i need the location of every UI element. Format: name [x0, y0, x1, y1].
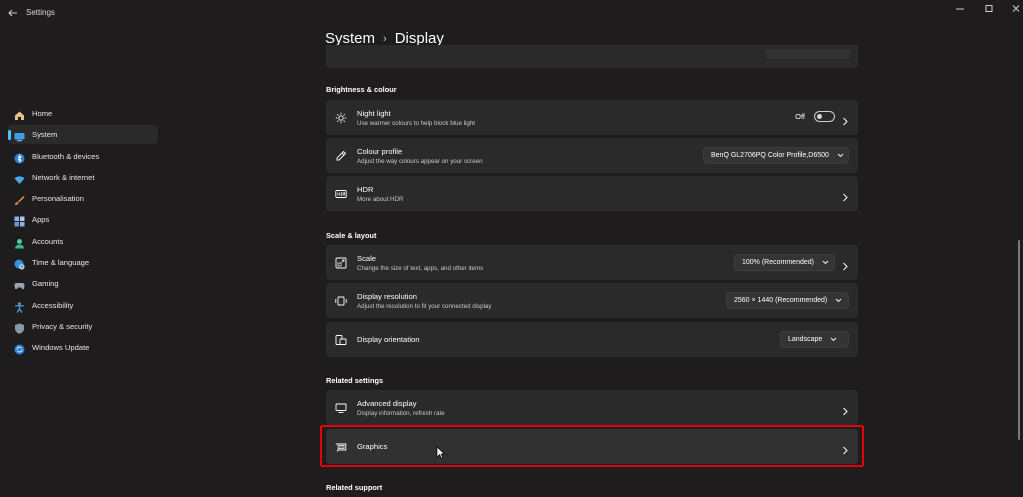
- display-resolution-subtitle: Adjust the resolution to fit your connec…: [357, 302, 492, 310]
- chevron-right-icon: [841, 113, 849, 126]
- sidebar-item-label: System: [32, 130, 58, 140]
- display-orientation-card: Display orientation Landscape: [326, 322, 858, 357]
- colour-profile-subtitle: Adjust the way colours appear on your sc…: [357, 157, 483, 165]
- display-resolution-title: Display resolution: [357, 291, 417, 301]
- chevron-down-icon: [837, 153, 844, 158]
- night-light-toggle[interactable]: [814, 111, 835, 122]
- orientation-icon: [335, 333, 347, 345]
- sidebar-item-label: Time & language: [32, 258, 90, 268]
- scale-card[interactable]: Scale Change the size of text, apps, and…: [326, 245, 858, 280]
- sidebar-item-accessibility[interactable]: Accessibility: [8, 296, 158, 315]
- sidebar-item-bluetooth[interactable]: Bluetooth & devices: [8, 147, 158, 166]
- hdr-icon: [335, 187, 347, 199]
- advanced-display-title: Advanced display: [357, 398, 417, 408]
- advanced-display-card[interactable]: Advanced display Display information, re…: [326, 390, 858, 425]
- gamepad-icon: [14, 278, 25, 290]
- advanced-display-subtitle: Display information, refresh rate: [357, 409, 445, 417]
- hdr-title: HDR: [357, 184, 374, 194]
- sidebar-item-privacy-security[interactable]: Privacy & security: [8, 317, 158, 336]
- update-icon: [14, 342, 25, 355]
- chevron-down-icon: [830, 337, 837, 342]
- eyedropper-icon: [335, 149, 347, 161]
- back-arrow-icon[interactable]: [6, 6, 20, 20]
- accessibility-icon: [14, 300, 25, 313]
- display-orientation-value: Landscape: [788, 336, 823, 343]
- scale-icon: [335, 256, 347, 269]
- sidebar-item-label: Accessibility: [32, 300, 74, 310]
- app-title: Settings: [26, 8, 55, 17]
- apps-icon: [14, 214, 25, 227]
- sidebar-item-gaming[interactable]: Gaming: [8, 274, 158, 293]
- colour-profile-value: BenQ GL2706PQ Color Profile,D6500: [711, 152, 829, 159]
- accounts-icon: [14, 236, 25, 249]
- scale-subtitle: Change the size of text, apps, and other…: [357, 264, 484, 272]
- home-icon: [14, 108, 25, 120]
- hdr-card[interactable]: HDR More about HDR: [326, 176, 858, 211]
- chevron-down-icon: [822, 260, 829, 265]
- night-light-toggle-group: Off: [795, 111, 835, 122]
- chevron-right-icon: [841, 403, 849, 416]
- breadcrumb-separator: ›: [383, 32, 387, 45]
- sidebar-item-system[interactable]: System: [8, 125, 158, 145]
- sidebar-item-label: Personalisation: [32, 194, 84, 204]
- scale-value: 100% (Recommended): [742, 259, 814, 266]
- mouse-cursor-icon: [436, 446, 446, 459]
- scale-title: Scale: [357, 253, 376, 263]
- hdr-subtitle: More about HDR: [357, 195, 404, 203]
- chevron-right-icon: [841, 258, 849, 271]
- section-heading-related-support: Related support: [326, 483, 383, 492]
- close-icon[interactable]: [1009, 4, 1023, 14]
- sidebar-item-time-language[interactable]: Time & language: [8, 253, 158, 272]
- title-bar: Settings: [0, 0, 1023, 26]
- minimize-icon[interactable]: [953, 4, 967, 14]
- shield-icon: [14, 321, 25, 334]
- display-resolution-dropdown[interactable]: 2560 × 1440 (Recommended): [726, 292, 849, 309]
- night-light-card[interactable]: Night light Use warmer colours to help b…: [326, 100, 858, 135]
- sidebar-item-label: Home: [32, 109, 53, 118]
- colour-profile-card: Colour profile Adjust the way colours ap…: [326, 138, 858, 173]
- scrollbar-thumb[interactable]: [1018, 240, 1020, 440]
- section-heading-scale-layout: Scale & layout: [326, 231, 377, 240]
- display-resolution-card: Display resolution Adjust the resolution…: [326, 283, 858, 318]
- wifi-icon: [14, 172, 25, 184]
- display-resolution-value: 2560 × 1440 (Recommended): [734, 297, 828, 304]
- maximize-icon[interactable]: [982, 4, 996, 14]
- sidebar-item-accounts[interactable]: Accounts: [8, 232, 158, 251]
- night-light-state: Off: [795, 112, 805, 121]
- scale-dropdown[interactable]: 100% (Recommended): [734, 254, 835, 271]
- sidebar-nav: Home System Bluetooth & devices Network …: [8, 104, 158, 360]
- highlight-box: [320, 425, 864, 467]
- scrolled-card: [326, 45, 858, 68]
- sidebar-item-personalisation[interactable]: Personalisation: [8, 189, 158, 208]
- display-orientation-dropdown[interactable]: Landscape: [780, 331, 849, 348]
- colour-profile-title: Colour profile: [357, 146, 403, 156]
- sidebar-item-label: Network & internet: [32, 172, 95, 182]
- resolution-icon: [335, 294, 347, 306]
- system-display-icon: [14, 129, 25, 142]
- night-light-title: Night light: [357, 108, 391, 118]
- monitor-icon: [335, 401, 347, 413]
- colour-profile-dropdown[interactable]: BenQ GL2706PQ Color Profile,D6500: [703, 147, 849, 164]
- sidebar-item-apps[interactable]: Apps: [8, 210, 158, 229]
- bluetooth-icon: [14, 151, 25, 164]
- globe-clock-icon: [14, 257, 25, 270]
- display-orientation-title: Display orientation: [357, 335, 420, 344]
- night-light-subtitle: Use warmer colours to help block blue li…: [357, 119, 475, 127]
- sidebar-item-windows-update[interactable]: Windows Update: [8, 338, 158, 357]
- sidebar-item-home[interactable]: Home: [8, 104, 158, 123]
- brush-icon: [14, 193, 25, 206]
- sidebar-item-label: Bluetooth & devices: [32, 151, 100, 161]
- chevron-right-icon: [841, 189, 849, 202]
- sidebar-item-network[interactable]: Network & internet: [8, 168, 158, 187]
- section-heading-brightness: Brightness & colour: [326, 85, 397, 94]
- brightness-icon: [335, 111, 347, 124]
- chevron-down-icon: [835, 298, 842, 303]
- sidebar-item-label: Gaming: [32, 279, 59, 289]
- sidebar-item-label: Privacy & security: [32, 321, 93, 331]
- section-heading-related-settings: Related settings: [326, 376, 384, 385]
- sidebar-item-label: Windows Update: [32, 343, 90, 353]
- scrolled-card-control: [766, 49, 850, 59]
- sidebar-item-label: Accounts: [32, 236, 64, 246]
- sidebar-item-label: Apps: [32, 215, 50, 225]
